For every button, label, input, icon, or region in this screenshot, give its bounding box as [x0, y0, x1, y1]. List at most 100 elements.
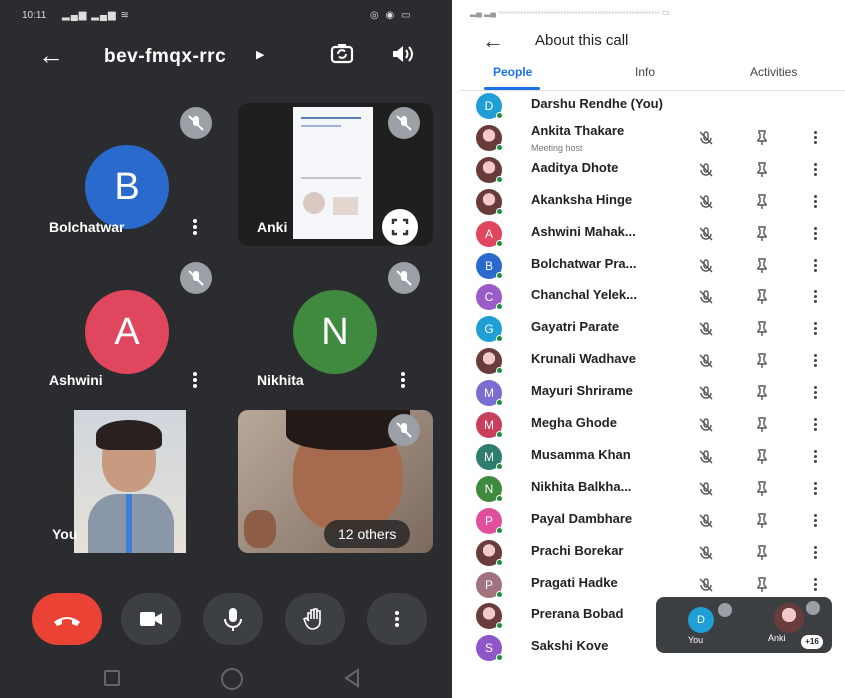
participant-row[interactable]: D Darshu Rendhe (You)	[460, 90, 845, 122]
back-arrow-icon[interactable]: ←	[482, 28, 504, 54]
tab-activities[interactable]: Activities	[750, 65, 797, 79]
participant-row[interactable]: Akanksha Hinge	[460, 186, 845, 218]
more-vert-icon[interactable]	[812, 162, 818, 178]
more-options-icon[interactable]	[188, 370, 202, 390]
switch-camera-icon[interactable]	[330, 43, 354, 65]
more-vert-icon[interactable]	[812, 513, 818, 529]
mic-off-icon[interactable]	[698, 258, 714, 274]
mic-off-icon[interactable]	[698, 162, 714, 178]
participant-row[interactable]: Aaditya Dhote	[460, 154, 845, 186]
pin-icon[interactable]	[755, 353, 769, 369]
participant-row[interactable]: A Ashwini Mahak...	[460, 218, 845, 250]
participant-row[interactable]: B Bolchatwar Pra...	[460, 250, 845, 282]
participant-row[interactable]: C Chanchal Yelek...	[460, 281, 845, 313]
participant-row[interactable]: P Payal Dambhare	[460, 505, 845, 537]
participant-row[interactable]: Krunali Wadhave	[460, 345, 845, 377]
meeting-code[interactable]: bev-fmqx-rrc	[104, 46, 226, 68]
more-vert-icon[interactable]	[812, 385, 818, 401]
participant-tile-ashwini[interactable]: A Ashwini	[30, 258, 225, 401]
more-vert-icon[interactable]	[812, 577, 818, 593]
participant-row[interactable]: N Nikhita Balkha...	[460, 473, 845, 505]
self-video-tile[interactable]: You	[30, 410, 225, 553]
mic-off-icon[interactable]	[698, 353, 714, 369]
online-status-dot	[496, 367, 503, 375]
pin-icon[interactable]	[755, 225, 769, 242]
mic-off-icon[interactable]	[698, 449, 714, 465]
mic-off-icon[interactable]	[698, 481, 714, 497]
mic-off-icon[interactable]	[698, 194, 714, 210]
others-count-chip[interactable]: 12 others	[324, 520, 411, 548]
pin-icon[interactable]	[755, 130, 769, 146]
mic-off-icon[interactable]	[698, 226, 714, 242]
avatar-initial: M	[484, 386, 494, 401]
pin-icon[interactable]	[755, 544, 769, 561]
mic-off-icon[interactable]	[698, 385, 714, 401]
more-vert-icon[interactable]	[812, 289, 818, 305]
participant-tile-ankita[interactable]: Anki	[238, 103, 433, 246]
more-vert-icon[interactable]	[812, 545, 818, 561]
participant-name: Prachi Borekar	[531, 542, 624, 558]
back-arrow-icon[interactable]: ←	[38, 42, 64, 68]
more-vert-icon[interactable]	[812, 130, 818, 146]
mic-off-icon[interactable]	[698, 513, 714, 529]
participant-tile-bolchatwar[interactable]: B Bolchatwar	[30, 103, 225, 246]
recents-icon[interactable]	[104, 670, 120, 686]
pin-icon[interactable]	[755, 162, 769, 178]
pin-icon[interactable]	[755, 449, 769, 465]
mic-off-icon[interactable]	[698, 289, 714, 305]
more-vert-icon[interactable]	[812, 258, 818, 274]
participant-row[interactable]: M Musamma Khan	[460, 441, 845, 473]
participant-row[interactable]: M Mayuri Shrirame	[460, 377, 845, 409]
participant-name: Payal Dambhare	[531, 510, 633, 526]
more-vert-icon[interactable]	[812, 481, 818, 497]
participant-row[interactable]: G Gayatri Parate	[460, 313, 845, 345]
pin-icon[interactable]	[755, 257, 769, 274]
participant-row[interactable]: Ankita Thakare Meeting host	[460, 122, 845, 154]
more-vert-icon[interactable]	[812, 353, 818, 369]
more-options-button[interactable]	[367, 593, 427, 645]
home-icon[interactable]	[221, 668, 243, 690]
mic-off-icon[interactable]	[698, 545, 714, 561]
more-vert-icon[interactable]	[812, 194, 818, 210]
tab-info[interactable]: Info	[635, 65, 655, 79]
end-call-button[interactable]	[32, 593, 102, 645]
avatar-initial: M	[484, 418, 494, 432]
more-vert-icon[interactable]	[812, 449, 818, 465]
mic-toggle-button[interactable]	[203, 593, 263, 645]
participant-tile-nikhita[interactable]: N Nikhita	[238, 258, 433, 401]
speaker-icon[interactable]	[390, 43, 414, 65]
call-pip-overlay[interactable]: D You Anki +16	[656, 597, 832, 653]
pin-icon[interactable]	[755, 193, 769, 210]
camera-toggle-button[interactable]	[121, 593, 181, 645]
back-triangle-icon[interactable]	[343, 668, 361, 688]
chevron-right-icon[interactable]: ▶	[256, 48, 264, 61]
more-options-icon[interactable]	[188, 217, 202, 237]
participant-row[interactable]: P Pragati Hadke	[460, 569, 845, 601]
fullscreen-icon[interactable]	[382, 209, 418, 245]
pin-icon[interactable]	[755, 385, 769, 401]
more-options-icon[interactable]	[396, 370, 410, 390]
pin-icon[interactable]	[755, 289, 769, 305]
pin-icon[interactable]	[755, 576, 769, 593]
pip-count-badge: +16	[801, 635, 823, 649]
tile-name: Ashwini	[49, 372, 103, 388]
online-status-dot	[496, 335, 503, 343]
more-vert-icon[interactable]	[812, 226, 818, 242]
tab-people[interactable]: People	[493, 65, 532, 79]
mic-off-icon[interactable]	[698, 130, 714, 146]
participant-row[interactable]: M Megha Ghode	[460, 409, 845, 441]
mic-off-icon[interactable]	[698, 577, 714, 593]
pin-icon[interactable]	[755, 417, 769, 433]
participant-role: Meeting host	[531, 142, 583, 153]
mic-off-icon[interactable]	[698, 417, 714, 433]
pin-icon[interactable]	[755, 512, 769, 529]
meeting-screen: 10:11 ▂▄▆ ▂▄▆ ≋ ◎ ◉ ▭ ← bev-fmqx-rrc ▶ B…	[0, 0, 452, 698]
more-vert-icon[interactable]	[812, 321, 818, 337]
raise-hand-button[interactable]	[285, 593, 345, 645]
pin-icon[interactable]	[755, 321, 769, 337]
pin-icon[interactable]	[755, 481, 769, 497]
participant-row[interactable]: Prachi Borekar	[460, 537, 845, 569]
others-tile[interactable]: 12 others	[238, 410, 433, 553]
more-vert-icon[interactable]	[812, 417, 818, 433]
mic-off-icon[interactable]	[698, 321, 714, 337]
